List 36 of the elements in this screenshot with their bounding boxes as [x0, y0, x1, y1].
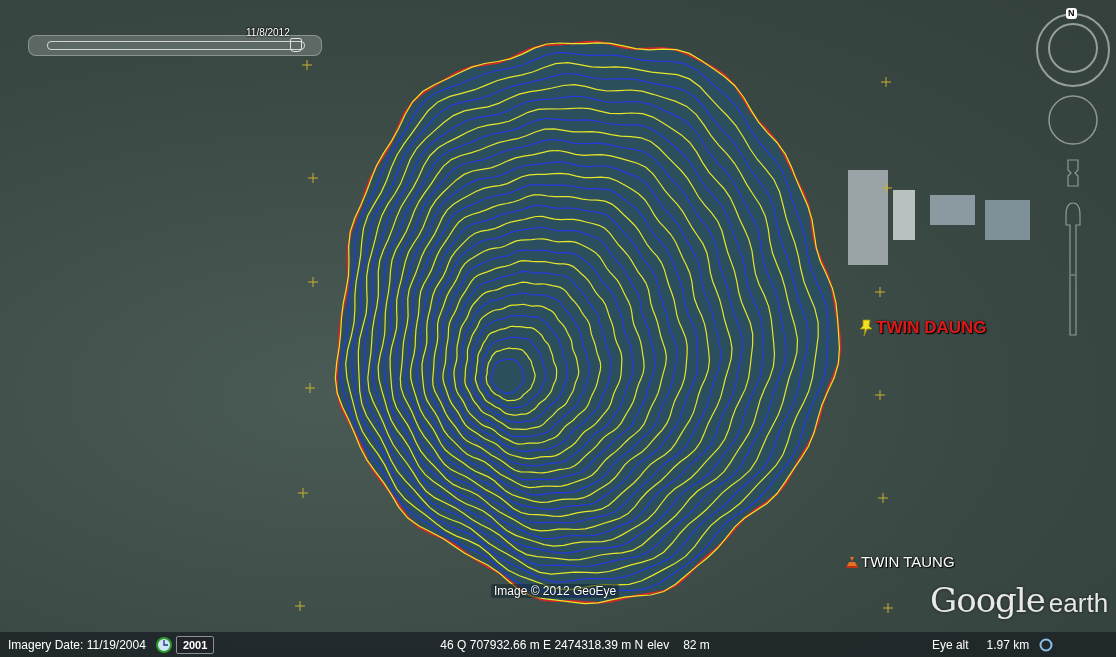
- crosshair-icon: [874, 389, 886, 401]
- imagery-date: Imagery Date: 11/19/2004: [8, 637, 146, 652]
- crosshair-icon: [880, 76, 892, 88]
- elevation-label: elev: [647, 637, 670, 652]
- logo-wordmark: Google: [930, 580, 1045, 620]
- streaming-indicator-icon: [1039, 637, 1054, 652]
- historical-imagery-button[interactable]: 2001: [175, 635, 215, 654]
- slider-date: 11/8/2012: [246, 27, 290, 38]
- volcano-icon: [846, 555, 858, 568]
- eye-altitude-label: Eye alt: [931, 637, 969, 652]
- pushpin-icon: [859, 319, 873, 337]
- place-label[interactable]: TWIN TAUNG: [861, 553, 955, 570]
- clock-icon[interactable]: [155, 636, 172, 653]
- slider-thumb[interactable]: [290, 38, 303, 52]
- crosshair-icon: [307, 276, 319, 288]
- satellite-map[interactable]: 11/8/2012 N TWIN DAUNG TWIN TAUNG Image © 2012 GeoEye Google earth Imagery Date: 11/19/2004 2001 46 Q 707932.66 m E 2474318.39 m N elev 82 m Eye alt 1.97 km: [0, 0, 1116, 657]
- crosshair-icon: [307, 172, 319, 184]
- slider-track[interactable]: [47, 41, 305, 50]
- crosshair-icon: [881, 182, 893, 194]
- crosshair-icon: [304, 382, 316, 394]
- time-slider[interactable]: [28, 35, 322, 56]
- crosshair-icon: [877, 492, 889, 504]
- street-view-icon[interactable]: [1067, 159, 1079, 187]
- crosshair-icon: [882, 602, 894, 614]
- coordinates: 46 Q 707932.66 m E 2474318.39 m N: [440, 637, 644, 652]
- zoom-slider-icon[interactable]: [1065, 202, 1081, 336]
- crosshair-icon: [297, 487, 309, 499]
- logo-product-name: earth: [1048, 588, 1109, 619]
- crosshair-icon: [874, 286, 886, 298]
- elevation-value: 82 m: [683, 637, 710, 652]
- compass-north-label[interactable]: N: [1066, 8, 1077, 19]
- move-control-icon[interactable]: [1048, 95, 1098, 145]
- imagery-attribution: Image © 2012 GeoEye: [491, 584, 620, 598]
- crosshair-icon: [294, 600, 306, 612]
- crosshair-icon: [301, 59, 313, 71]
- eye-altitude-value: 1.97 km: [986, 637, 1030, 652]
